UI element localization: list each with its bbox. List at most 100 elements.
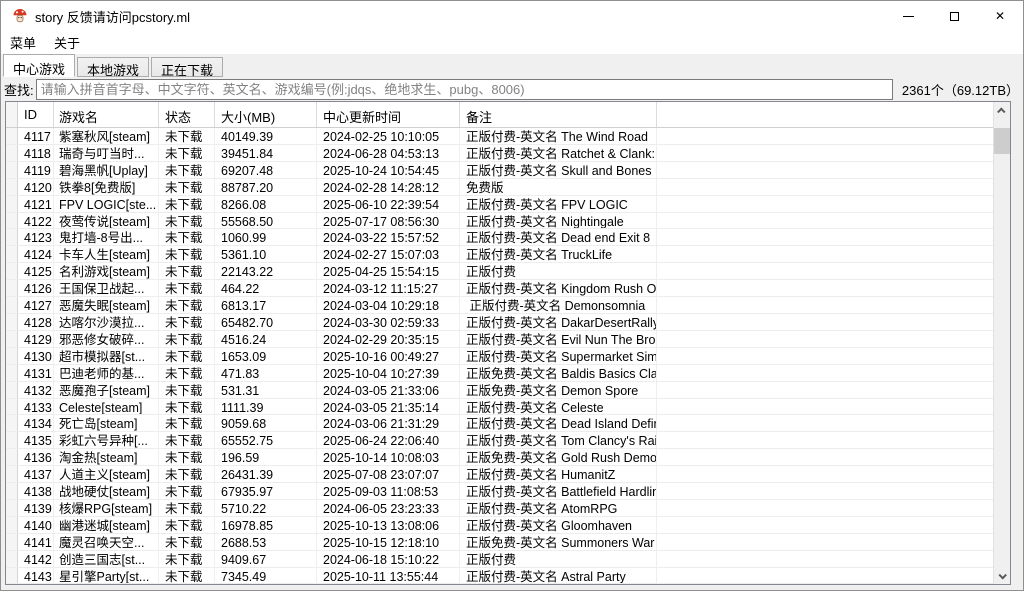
cell-name[interactable]: 人道主义[steam] (54, 466, 159, 482)
cell-size[interactable]: 5710.22 (215, 500, 317, 516)
cell-updated[interactable]: 2025-06-24 22:06:40 (317, 432, 460, 448)
cell-updated[interactable]: 2025-07-17 08:56:30 (317, 213, 460, 229)
cell-status[interactable]: 未下载 (159, 280, 215, 296)
cell-status[interactable]: 未下载 (159, 483, 215, 499)
cell-id[interactable]: 4132 (18, 382, 54, 398)
row-header-cell[interactable] (6, 229, 18, 245)
cell-id[interactable]: 4139 (18, 500, 54, 516)
table-row[interactable]: 4141魔灵召唤天空...未下载2688.532025-10-15 12:18:… (6, 534, 993, 551)
row-header-cell[interactable] (6, 145, 18, 161)
scroll-up-button[interactable] (994, 102, 1010, 119)
table-row[interactable]: 4128达喀尔沙漠拉...未下载65482.702024-03-30 02:59… (6, 314, 993, 331)
cell-updated[interactable]: 2024-02-29 20:35:15 (317, 331, 460, 347)
cell-id[interactable]: 4134 (18, 415, 54, 431)
cell-status[interactable]: 未下载 (159, 263, 215, 279)
row-header-cell[interactable] (6, 365, 18, 381)
cell-status[interactable]: 未下载 (159, 534, 215, 550)
cell-remark[interactable]: 正版付费-英文名 Supermarket Sim... (460, 348, 657, 364)
cell-status[interactable]: 未下载 (159, 196, 215, 212)
row-header-cell[interactable] (6, 466, 18, 482)
cell-status[interactable]: 未下载 (159, 399, 215, 415)
row-header-cell[interactable] (6, 196, 18, 212)
row-header-cell[interactable] (6, 449, 18, 465)
cell-updated[interactable]: 2024-03-30 02:59:33 (317, 314, 460, 330)
cell-status[interactable]: 未下载 (159, 415, 215, 431)
cell-name[interactable]: 铁拳8[免费版] (54, 179, 159, 195)
cell-name[interactable]: 恶魔失眠[steam] (54, 297, 159, 313)
cell-name[interactable]: 名利游戏[steam] (54, 263, 159, 279)
column-header-remark[interactable]: 备注 (460, 102, 657, 127)
table-row[interactable]: 4132恶魔孢子[steam]未下载531.312024-03-05 21:33… (6, 382, 993, 399)
cell-remark[interactable]: 正版付费-英文名 Gloomhaven (460, 517, 657, 533)
cell-name[interactable]: 紫塞秋风[steam] (54, 128, 159, 144)
table-row[interactable]: 4135彩虹六号异种[...未下载65552.752025-06-24 22:0… (6, 432, 993, 449)
cell-updated[interactable]: 2025-10-11 13:55:44 (317, 568, 460, 584)
cell-remark[interactable]: 正版付费-英文名 The Wind Road (460, 128, 657, 144)
cell-size[interactable]: 88787.20 (215, 179, 317, 195)
row-header-cell[interactable] (6, 280, 18, 296)
cell-updated[interactable]: 2024-03-05 21:35:14 (317, 399, 460, 415)
cell-size[interactable]: 531.31 (215, 382, 317, 398)
cell-size[interactable]: 65552.75 (215, 432, 317, 448)
cell-status[interactable]: 未下载 (159, 568, 215, 584)
cell-remark[interactable]: 正版付费-英文名 Celeste (460, 399, 657, 415)
cell-name[interactable]: 星引擎Party[st... (54, 568, 159, 584)
cell-remark[interactable]: 正版付费-英文名 HumanitZ (460, 466, 657, 482)
cell-updated[interactable]: 2025-06-10 22:39:54 (317, 196, 460, 212)
cell-status[interactable]: 未下载 (159, 213, 215, 229)
cell-remark[interactable]: 正版付费-英文名 FPV LOGIC (460, 196, 657, 212)
table-row[interactable]: 4125名利游戏[steam]未下载22143.222025-04-25 15:… (6, 263, 993, 280)
cell-status[interactable]: 未下载 (159, 331, 215, 347)
column-header-id[interactable]: ID (18, 102, 54, 127)
table-row[interactable]: 4143星引擎Party[st...未下载7345.492025-10-11 1… (6, 568, 993, 584)
cell-updated[interactable]: 2025-10-15 12:18:10 (317, 534, 460, 550)
cell-id[interactable]: 4143 (18, 568, 54, 584)
cell-name[interactable]: 卡车人生[steam] (54, 246, 159, 262)
cell-updated[interactable]: 2024-03-04 10:29:18 (317, 297, 460, 313)
cell-remark[interactable]: 正版付费 (460, 263, 657, 279)
cell-size[interactable]: 65482.70 (215, 314, 317, 330)
cell-id[interactable]: 4135 (18, 432, 54, 448)
cell-id[interactable]: 4133 (18, 399, 54, 415)
cell-size[interactable]: 196.59 (215, 449, 317, 465)
cell-id[interactable]: 4118 (18, 145, 54, 161)
scrollbar-thumb[interactable] (994, 128, 1010, 154)
row-header-cell[interactable] (6, 213, 18, 229)
cell-size[interactable]: 55568.50 (215, 213, 317, 229)
row-header-cell[interactable] (6, 263, 18, 279)
row-header-cell[interactable] (6, 128, 18, 144)
cell-remark[interactable]: 正版付费-英文名 AtomRPG (460, 500, 657, 516)
cell-id[interactable]: 4136 (18, 449, 54, 465)
cell-updated[interactable]: 2024-03-12 11:15:27 (317, 280, 460, 296)
cell-name[interactable]: 创造三国志[st... (54, 551, 159, 567)
tab-downloading[interactable]: 正在下载 (151, 57, 223, 77)
cell-size[interactable]: 6813.17 (215, 297, 317, 313)
cell-size[interactable]: 39451.84 (215, 145, 317, 161)
cell-name[interactable]: 淘金热[steam] (54, 449, 159, 465)
cell-status[interactable]: 未下载 (159, 500, 215, 516)
table-row[interactable]: 4119碧海黑帆[Uplay]未下载69207.482025-10-24 10:… (6, 162, 993, 179)
cell-size[interactable]: 40149.39 (215, 128, 317, 144)
cell-id[interactable]: 4119 (18, 162, 54, 178)
cell-id[interactable]: 4125 (18, 263, 54, 279)
cell-remark[interactable]: 正版免费-英文名 Gold Rush Demo (460, 449, 657, 465)
table-row[interactable]: 4133Celeste[steam]未下载1111.392024-03-05 2… (6, 399, 993, 416)
cell-size[interactable]: 1060.99 (215, 229, 317, 245)
cell-updated[interactable]: 2024-06-05 23:23:33 (317, 500, 460, 516)
cell-remark[interactable]: 正版付费-英文名 DakarDesertRally (460, 314, 657, 330)
cell-id[interactable]: 4124 (18, 246, 54, 262)
cell-remark[interactable]: 正版免费-英文名 Baldis Basics Clas... (460, 365, 657, 381)
cell-status[interactable]: 未下载 (159, 128, 215, 144)
cell-status[interactable]: 未下载 (159, 162, 215, 178)
cell-remark[interactable]: 正版付费-英文名 Evil Nun The Brok... (460, 331, 657, 347)
cell-updated[interactable]: 2025-10-13 13:08:06 (317, 517, 460, 533)
cell-updated[interactable]: 2025-04-25 15:54:15 (317, 263, 460, 279)
cell-remark[interactable]: 正版免费-英文名 Summoners War ... (460, 534, 657, 550)
column-header-status[interactable]: 状态 (159, 102, 215, 127)
tab-center-games[interactable]: 中心游戏 (3, 54, 75, 77)
cell-size[interactable]: 26431.39 (215, 466, 317, 482)
cell-remark[interactable]: 正版免费-英文名 Demon Spore (460, 382, 657, 398)
table-row[interactable]: 4134死亡岛[steam]未下载9059.682024-03-06 21:31… (6, 415, 993, 432)
table-row[interactable]: 4122夜莺传说[steam]未下载55568.502025-07-17 08:… (6, 213, 993, 230)
cell-id[interactable]: 4130 (18, 348, 54, 364)
